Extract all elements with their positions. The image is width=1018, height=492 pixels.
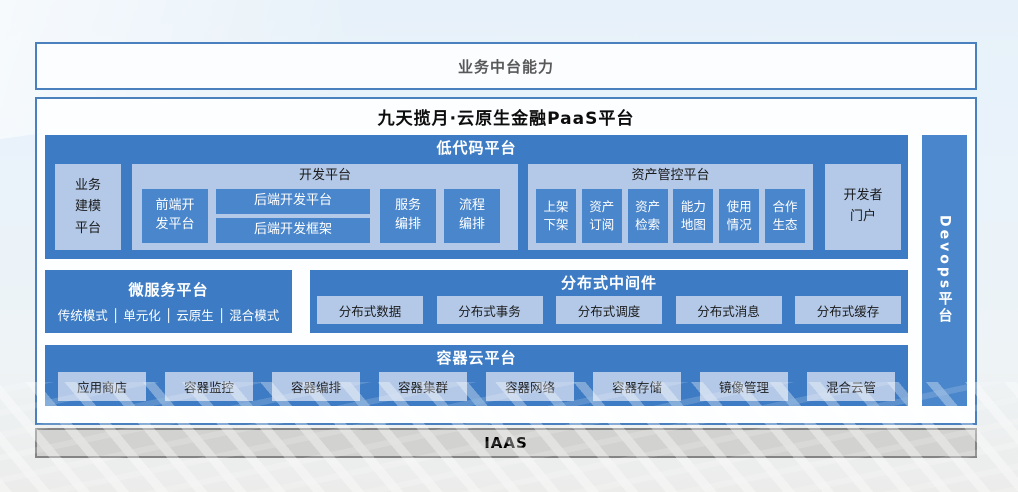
container-item: 容器编排: [272, 372, 360, 401]
developer-portal-box: 开发者 门户: [825, 164, 901, 250]
dev-platform-title: 开发平台: [132, 164, 518, 187]
container-item: 容器集群: [379, 372, 467, 401]
business-midplatform-label: 业务中台能力: [458, 56, 554, 77]
paas-platform-title: 九天揽月·云原生金融PaaS平台: [37, 104, 975, 129]
backend-dev-framework-box: 后端开发框架: [216, 218, 370, 243]
distributed-middleware-title: 分布式中间件: [310, 270, 908, 296]
microservice-modes: 传统模式 │ 单元化 │ 云原生 │ 混合模式: [45, 305, 292, 324]
business-modeling-platform-box: 业务 建模 平台: [55, 164, 121, 250]
service-orchestration-box: 服务 编排: [380, 189, 436, 243]
iaas-bar: IAAS: [35, 428, 977, 458]
asset-item: 资产 检索: [628, 189, 668, 243]
distributed-middleware-section: 分布式中间件 分布式数据 分布式事务 分布式调度 分布式消息 分布式缓存: [310, 270, 908, 333]
lowcode-platform-title: 低代码平台: [45, 135, 908, 161]
middleware-item: 分布式数据: [317, 296, 423, 324]
asset-item: 使用 情况: [719, 189, 759, 243]
asset-item: 能力 地图: [673, 189, 713, 243]
middleware-item: 分布式调度: [556, 296, 662, 324]
container-item: 容器监控: [165, 372, 253, 401]
middleware-item: 分布式缓存: [795, 296, 901, 324]
architecture-diagram: 业务中台能力 九天揽月·云原生金融PaaS平台 低代码平台 业务 建模 平台 开…: [0, 0, 1018, 492]
middleware-items-row: 分布式数据 分布式事务 分布式调度 分布式消息 分布式缓存: [310, 296, 908, 324]
asset-item: 合作 生态: [765, 189, 805, 243]
container-cloud-platform-title: 容器云平台: [45, 345, 908, 371]
lowcode-platform-section: 低代码平台 业务 建模 平台 开发平台 前端开 发平台 后端开发平台 后端开发框…: [45, 135, 908, 259]
paas-platform-box: 九天揽月·云原生金融PaaS平台 低代码平台 业务 建模 平台 开发平台 前端开…: [35, 97, 977, 425]
microservice-platform-title: 微服务平台: [45, 279, 292, 300]
container-item: 混合云管: [807, 372, 895, 401]
container-item: 镜像管理: [700, 372, 788, 401]
asset-item: 资产 订阅: [582, 189, 622, 243]
process-orchestration-box: 流程 编排: [444, 189, 500, 243]
container-cloud-platform-section: 容器云平台 应用商店 容器监控 容器编排 容器集群 容器网络 容器存储 镜像管理…: [45, 345, 908, 406]
business-midplatform-banner: 业务中台能力: [35, 42, 977, 90]
asset-control-platform-container: 资产管控平台 上架 下架 资产 订阅 资产 检索 能力 地图 使用 情况 合作 …: [528, 164, 813, 250]
asset-items-row: 上架 下架 资产 订阅 资产 检索 能力 地图 使用 情况 合作 生态: [536, 189, 805, 243]
container-item: 应用商店: [58, 372, 146, 401]
devops-platform-strip: Devops平台: [922, 135, 967, 406]
middleware-item: 分布式事务: [437, 296, 543, 324]
iaas-label: IAAS: [484, 434, 528, 452]
container-items-row: 应用商店 容器监控 容器编排 容器集群 容器网络 容器存储 镜像管理 混合云管: [45, 372, 908, 401]
backend-dev-platform-box: 后端开发平台: [216, 189, 370, 214]
asset-item: 上架 下架: [536, 189, 576, 243]
middleware-item: 分布式消息: [676, 296, 782, 324]
asset-control-platform-title: 资产管控平台: [528, 164, 813, 187]
microservice-platform-section: 微服务平台 传统模式 │ 单元化 │ 云原生 │ 混合模式: [45, 270, 292, 333]
container-item: 容器网络: [486, 372, 574, 401]
dev-platform-container: 开发平台 前端开 发平台 后端开发平台 后端开发框架 服务 编排 流程 编排: [132, 164, 518, 250]
frontend-dev-platform-box: 前端开 发平台: [142, 189, 208, 243]
container-item: 容器存储: [593, 372, 681, 401]
